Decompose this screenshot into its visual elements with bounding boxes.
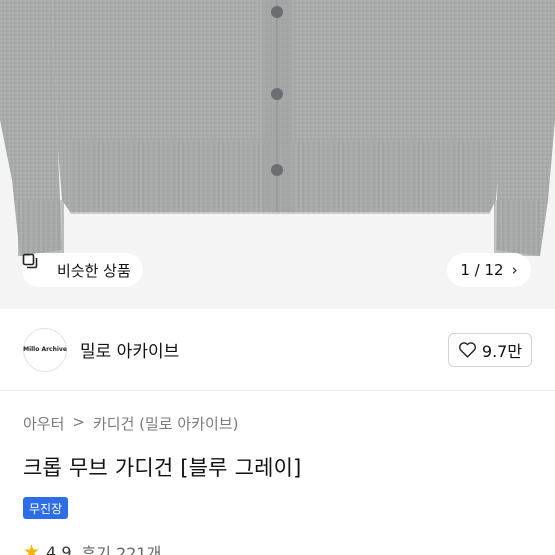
shop-logo-text: Millo Archive	[23, 346, 67, 353]
breadcrumb: 아우터 > 카디건 (밀로 아카이브)	[23, 413, 238, 434]
product-image-carousel[interactable]: 비슷한 상품 1 / 12 ›	[0, 0, 555, 309]
shop-info-row[interactable]: Millo Archive 밀로 아카이브 9.7만	[0, 309, 555, 391]
star-icon: ★	[23, 541, 41, 555]
shop-like-button[interactable]: 9.7만	[448, 332, 532, 367]
rating-score: 4.9	[46, 542, 72, 555]
copy-icon	[22, 253, 50, 278]
breadcrumb-item-outer[interactable]: 아우터	[23, 413, 64, 434]
image-counter: 1 / 12	[460, 261, 504, 279]
shop-name[interactable]: 밀로 아카이브	[80, 337, 179, 362]
product-title: 크롭 무브 가디건 [블루 그레이]	[23, 456, 302, 480]
similar-items-label: 비슷한 상품	[57, 261, 131, 280]
review-count[interactable]: 후기 221개	[82, 540, 162, 555]
heart-icon	[458, 342, 476, 358]
store-badge: 무진장	[23, 497, 69, 519]
image-counter-button[interactable]: 1 / 12 ›	[447, 253, 531, 287]
shop-like-count: 9.7만	[481, 341, 523, 361]
rating-row[interactable]: ★ 4.9 후기 221개	[23, 540, 161, 555]
breadcrumb-item-cardigan[interactable]: 카디건 (밀로 아카이브)	[93, 413, 238, 434]
breadcrumb-separator: >	[72, 413, 85, 431]
chevron-right-icon: ›	[511, 261, 518, 279]
shop-logo[interactable]: Millo Archive	[23, 327, 67, 372]
similar-items-button[interactable]: 비슷한 상품	[22, 253, 143, 287]
